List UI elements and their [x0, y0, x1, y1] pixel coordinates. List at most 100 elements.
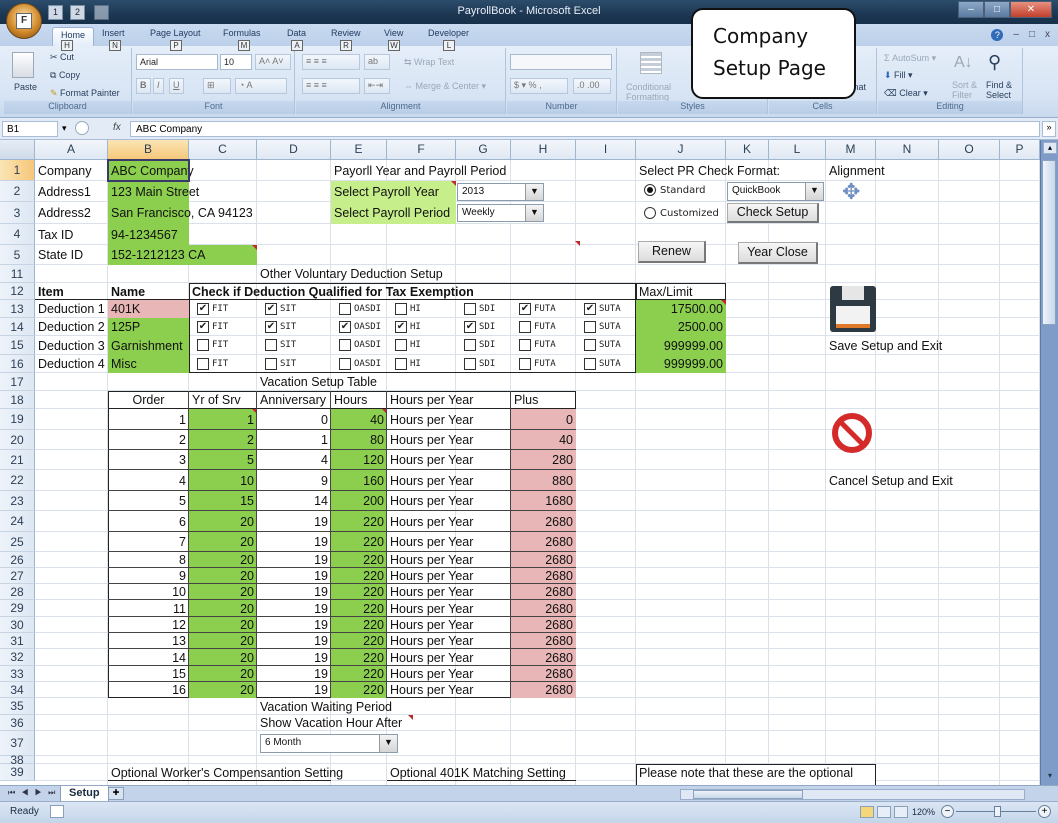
empty-checkbox-icon[interactable] — [265, 339, 277, 351]
vacation-cell[interactable]: 220 — [331, 584, 387, 600]
row-header[interactable]: 19 — [0, 409, 35, 430]
wrap-text-button[interactable]: ⇆ Wrap Text — [404, 57, 454, 68]
tab-home[interactable]: Home — [52, 27, 95, 46]
conditional-formatting-icon[interactable] — [640, 52, 662, 74]
checkbox-sdi[interactable]: ✔ SDI — [464, 321, 495, 333]
vacation-cell[interactable]: 10 — [189, 470, 257, 491]
row-header[interactable]: 29 — [0, 600, 35, 617]
renew-button[interactable]: Renew — [638, 241, 706, 263]
company-value-2[interactable]: San Francisco, CA 94123 — [108, 202, 256, 224]
vacation-cell[interactable]: 20 — [189, 666, 257, 682]
vacation-cell[interactable]: 40 — [331, 409, 387, 430]
vacation-cell[interactable]: 120 — [331, 450, 387, 470]
checkmark-icon[interactable]: ✔ — [395, 321, 407, 333]
zoom-out-icon[interactable]: − — [941, 805, 954, 818]
row-header[interactable]: 3 — [0, 202, 35, 224]
underline-button[interactable]: U — [169, 78, 184, 94]
vacation-cell[interactable]: 220 — [331, 600, 387, 617]
row-header[interactable]: 1 — [0, 160, 35, 181]
radio-customized[interactable]: Customized — [644, 207, 719, 219]
cancel-setup-label[interactable]: Cancel Setup and Exit — [826, 470, 1000, 491]
column-header[interactable]: C — [189, 140, 257, 160]
checkbox-sit[interactable]: SIT — [265, 358, 296, 370]
formula-bar-expand-icon[interactable] — [75, 121, 89, 135]
radio-unselected-icon[interactable] — [644, 207, 656, 219]
row-header[interactable]: 23 — [0, 491, 35, 511]
empty-checkbox-icon[interactable] — [584, 321, 596, 333]
row-header[interactable]: 2 — [0, 181, 35, 202]
vacation-cell[interactable]: 5 — [189, 450, 257, 470]
checkbox-suta[interactable]: ✔ SUTA — [584, 303, 621, 315]
checkbox-sit[interactable]: SIT — [265, 339, 296, 351]
row-header[interactable]: 35 — [0, 698, 35, 715]
vacation-cell[interactable]: 80 — [331, 430, 387, 450]
vacation-cell[interactable]: 220 — [331, 682, 387, 698]
sheet-tab-setup[interactable]: Setup — [60, 786, 109, 802]
row-header[interactable]: 4 — [0, 224, 35, 245]
borders-icon[interactable]: ⊞ — [203, 78, 231, 94]
vacation-cell[interactable]: 220 — [331, 666, 387, 682]
column-header[interactable]: P — [1000, 140, 1040, 160]
ribbon-minimize-button[interactable]: – — [1013, 29, 1019, 41]
indent-icons[interactable]: ⇤⇥ — [364, 78, 390, 94]
close-button[interactable]: ✕ — [1010, 1, 1052, 18]
checkbox-fit[interactable]: FIT — [197, 339, 228, 351]
column-header[interactable]: F — [387, 140, 456, 160]
alignment-move-icon[interactable]: ✥ — [842, 181, 876, 204]
decimal-buttons[interactable]: .0 .00 — [573, 78, 611, 94]
deduction-name[interactable]: 125P — [108, 318, 189, 336]
tab-data[interactable]: Data — [287, 28, 306, 38]
company-value-4[interactable]: 152-1212123 CA — [108, 245, 209, 265]
empty-checkbox-icon[interactable] — [464, 339, 476, 351]
row-header[interactable]: 38 — [0, 754, 35, 766]
grow-shrink-font-button[interactable]: A˄ A˅ — [255, 54, 291, 70]
find-select-button[interactable]: Find & — [986, 80, 1012, 90]
checkbox-sit[interactable]: ✔ SIT — [265, 303, 296, 315]
empty-checkbox-icon[interactable] — [519, 321, 531, 333]
column-header[interactable]: A — [35, 140, 108, 160]
sort-filter-button[interactable]: Sort & — [952, 80, 977, 90]
checkbox-hi[interactable]: HI — [395, 339, 421, 351]
tab-insert[interactable]: Insert — [102, 28, 125, 38]
vacation-cell[interactable]: 160 — [331, 470, 387, 491]
row-header[interactable]: 26 — [0, 552, 35, 568]
vacation-cell[interactable]: 1 — [189, 409, 257, 430]
number-format-select[interactable] — [510, 54, 612, 70]
chevron-down-icon[interactable]: ▼ — [525, 205, 543, 221]
row-header[interactable]: 21 — [0, 450, 35, 470]
save-floppy-icon[interactable] — [830, 286, 876, 332]
fill-button[interactable]: ⬇ Fill ▾ — [884, 70, 913, 81]
vacation-cell[interactable]: 220 — [331, 649, 387, 666]
row-header[interactable]: 14 — [0, 318, 35, 336]
row-header[interactable]: 32 — [0, 649, 35, 666]
help-icon[interactable]: ? — [991, 29, 1004, 41]
horizontal-scrollbar[interactable] — [680, 789, 1025, 800]
spreadsheet-grid[interactable]: A B C D E F G H I J K L M N O P 1 2 3 4 5 11 12 13 14 15 16 17 18 19 2… — [0, 140, 1040, 785]
column-header[interactable]: G — [456, 140, 511, 160]
tab-view[interactable]: View — [384, 28, 403, 38]
company-value-1[interactable]: 123 Main Street — [108, 181, 202, 202]
vertical-scrollbar[interactable]: ▴ ▾ — [1040, 140, 1058, 785]
autosum-button[interactable]: Σ AutoSum ▾ — [884, 53, 936, 64]
column-header[interactable]: B — [108, 140, 189, 160]
checkbox-sit[interactable]: ✔ SIT — [265, 321, 296, 333]
row-header[interactable]: 30 — [0, 617, 35, 633]
row-header[interactable]: 36 — [0, 715, 35, 731]
vacation-cell[interactable]: 220 — [331, 568, 387, 584]
empty-checkbox-icon[interactable] — [339, 358, 351, 370]
vacation-cell[interactable]: 220 — [331, 552, 387, 568]
vacation-cell[interactable]: 20 — [189, 633, 257, 649]
vacation-waiting-dropdown[interactable]: 6 Month ▼ — [260, 734, 398, 753]
row-header[interactable]: 11 — [0, 265, 35, 283]
tab-developer[interactable]: Developer — [428, 28, 469, 38]
row-header[interactable]: 16 — [0, 355, 35, 373]
horizontal-scroll-thumb[interactable] — [693, 790, 803, 799]
column-header[interactable]: D — [257, 140, 331, 160]
column-header[interactable]: I — [576, 140, 636, 160]
font-size-select[interactable]: 10 — [220, 54, 252, 70]
checkbox-oasdi[interactable]: OASDI — [339, 339, 381, 351]
cancel-prohibited-icon[interactable] — [832, 413, 872, 453]
bold-button[interactable]: B — [136, 78, 151, 94]
zoom-slider-thumb[interactable] — [994, 806, 1001, 817]
select-all-corner[interactable] — [0, 140, 35, 160]
